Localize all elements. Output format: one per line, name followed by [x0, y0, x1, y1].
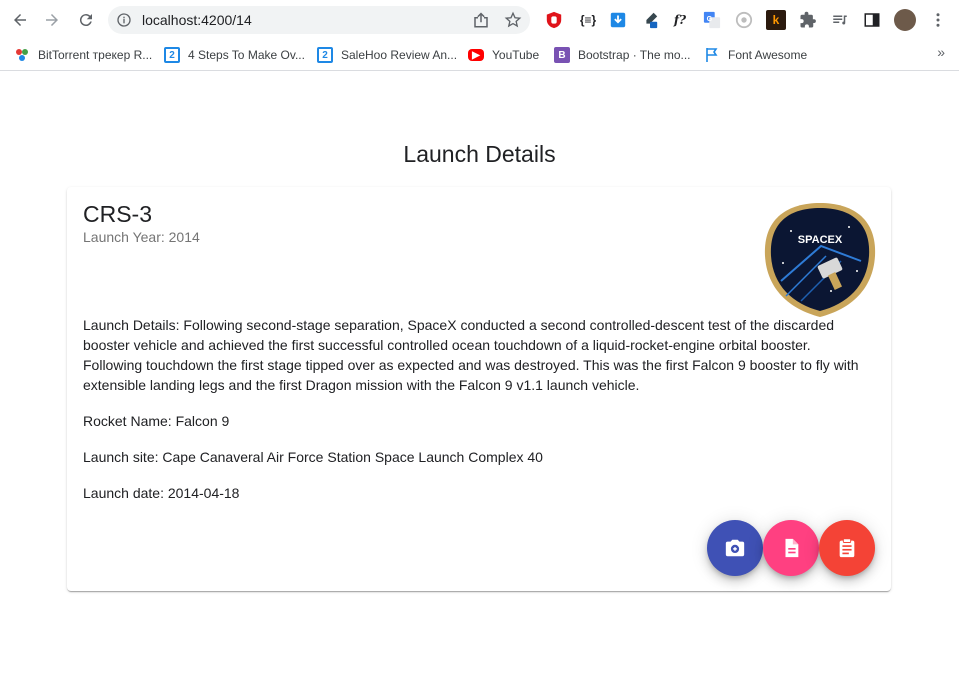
bootstrap-icon: B: [554, 47, 570, 63]
bookmark-item[interactable]: 2 SaleHoo Review An...: [317, 45, 457, 65]
forward-arrow-icon[interactable]: [40, 8, 64, 32]
bookmark-label: BitTorrent трекер R...: [38, 48, 153, 62]
bookmark-item[interactable]: B Bootstrap · The mo...: [554, 45, 691, 65]
json-viewer-icon[interactable]: {≡}: [578, 10, 598, 30]
ublock-icon[interactable]: [544, 10, 564, 30]
bookmark-item[interactable]: Font Awesome: [704, 45, 807, 65]
bookmarks-bar: BitTorrent трекер R... 2 4 Steps To Make…: [0, 40, 959, 71]
camera-icon: [725, 539, 745, 557]
document-icon: [785, 538, 799, 558]
url-text[interactable]: localhost:4200/14: [142, 12, 252, 28]
page-title: Launch Details: [403, 141, 556, 167]
eyedropper-icon[interactable]: [640, 10, 660, 30]
share-icon[interactable]: [472, 11, 490, 29]
download-icon[interactable]: [608, 10, 628, 30]
profile-avatar[interactable]: [894, 9, 916, 31]
clipboard-icon: [839, 538, 855, 558]
launch-details-section: Launch Details: Following second-stage s…: [83, 315, 873, 519]
font-finder-icon[interactable]: f?: [670, 10, 690, 30]
article-fab-button[interactable]: [763, 520, 819, 576]
bookmark-star-icon[interactable]: [504, 11, 522, 29]
launch-date: Launch date: 2014-04-18: [83, 485, 240, 501]
side-panel-icon[interactable]: [862, 10, 882, 30]
two-icon: 2: [164, 47, 180, 63]
bookmarks-overflow-button[interactable]: »: [937, 44, 945, 60]
bookmark-label: Font Awesome: [728, 48, 808, 62]
info-icon[interactable]: [116, 12, 132, 28]
address-bar[interactable]: localhost:4200/14: [108, 6, 530, 34]
launch-year: Launch Year: 2014: [83, 229, 200, 245]
media-control-icon[interactable]: [830, 10, 850, 30]
reload-icon[interactable]: [74, 8, 98, 32]
youtube-icon: ▶: [468, 49, 484, 61]
svg-text:SPACEX: SPACEX: [798, 234, 843, 246]
launch-site: Launch site: Cape Canaveral Air Force St…: [83, 449, 543, 465]
k-extension-icon[interactable]: k: [766, 10, 786, 30]
assignment-fab-button[interactable]: [819, 520, 875, 576]
back-arrow-icon[interactable]: [8, 8, 32, 32]
bookmark-item[interactable]: BitTorrent трекер R...: [14, 45, 152, 65]
extensions-puzzle-icon[interactable]: [798, 10, 818, 30]
mission-name: CRS-3: [83, 201, 153, 227]
bookmark-label: Bootstrap · The mo...: [578, 48, 691, 62]
bookmark-label: SaleHoo Review An...: [341, 48, 458, 62]
bookmark-item[interactable]: 2 4 Steps To Make Ov...: [164, 45, 305, 65]
launch-details-text: Launch Details: Following second-stage s…: [83, 317, 859, 393]
bookmark-item[interactable]: ▶ YouTube: [468, 45, 539, 65]
launch-card: CRS-3 Launch Year: 2014 SPACEX Launch De…: [67, 187, 891, 591]
bookmark-label: 4 Steps To Make Ov...: [188, 48, 305, 62]
menu-kebab-icon[interactable]: [928, 10, 948, 30]
torrent-icon: [14, 47, 30, 63]
two-icon: 2: [317, 47, 333, 63]
blocker-extension-icon[interactable]: [734, 10, 754, 30]
svg-text:G: G: [707, 14, 713, 23]
mission-patch-image: SPACEX: [764, 203, 876, 317]
flag-icon: [704, 47, 720, 63]
browser-toolbar: localhost:4200/14 {≡} f? G k: [0, 0, 959, 40]
rocket-name: Rocket Name: Falcon 9: [83, 413, 230, 429]
camera-fab-button[interactable]: [707, 520, 763, 576]
google-translate-icon[interactable]: G: [702, 10, 722, 30]
bookmark-label: YouTube: [492, 48, 540, 62]
